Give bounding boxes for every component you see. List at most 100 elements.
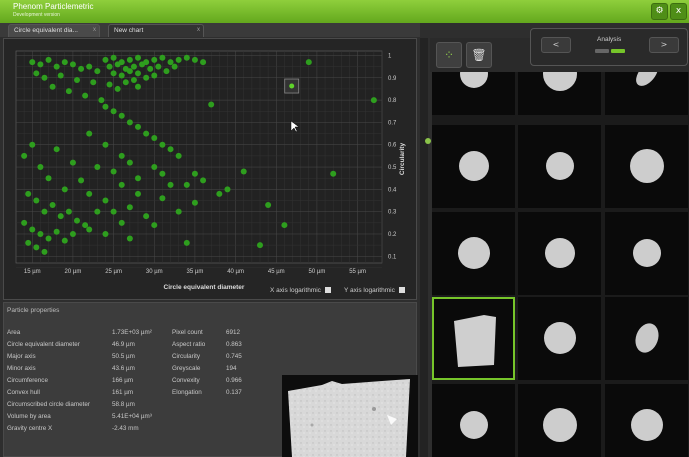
data-point[interactable] [126,56,133,63]
data-point[interactable] [167,59,174,66]
data-point[interactable] [25,239,32,246]
data-point[interactable] [86,63,93,70]
y-log-checkbox[interactable] [398,287,405,294]
panel-splitter[interactable] [420,38,428,457]
data-point[interactable] [330,170,337,177]
data-point[interactable] [94,68,101,75]
data-point[interactable] [118,219,125,226]
data-point[interactable] [281,222,288,229]
tab-new-chart[interactable]: New chart x [108,24,204,37]
data-point[interactable] [45,175,52,182]
data-point[interactable] [53,63,60,70]
data-point[interactable] [102,197,109,204]
data-point[interactable] [305,59,312,66]
data-point[interactable] [94,208,101,215]
particle-thumbnail[interactable] [432,72,515,115]
data-point[interactable] [159,195,166,202]
tab-close-icon[interactable]: x [93,27,96,33]
particle-thumbnail[interactable] [432,384,515,457]
data-point[interactable] [61,237,68,244]
data-point[interactable] [240,168,247,175]
data-point[interactable] [183,54,190,61]
data-point[interactable] [147,65,154,72]
data-point[interactable] [370,97,377,104]
data-point[interactable] [135,70,141,77]
scatter-chart[interactable]: 15 µm 20 µm 25 µm 30 µm 35 µm 40 µm 45 µm 50 µm… [4,39,418,301]
data-point[interactable] [94,164,101,171]
data-point[interactable] [74,217,80,224]
data-point[interactable] [49,83,56,90]
data-point[interactable] [167,181,174,188]
data-point[interactable] [118,181,125,188]
data-point[interactable] [151,72,158,79]
data-point[interactable] [45,235,52,242]
data-point[interactable] [110,70,117,77]
scatter-plot-button[interactable]: ⁘ [436,42,462,68]
data-point[interactable] [151,56,158,63]
data-point[interactable] [110,54,117,61]
data-point[interactable] [37,230,44,237]
particle-thumbnail[interactable] [518,297,601,380]
data-point[interactable] [118,72,125,79]
data-point[interactable] [265,201,272,208]
data-point[interactable] [53,228,60,235]
data-point[interactable] [183,181,190,188]
data-point[interactable] [29,226,36,233]
data-point[interactable] [126,68,133,75]
data-point[interactable] [33,244,40,251]
data-point[interactable] [33,197,40,204]
data-point[interactable] [118,112,125,119]
data-point[interactable] [159,54,166,61]
data-point[interactable] [118,152,125,159]
data-point[interactable] [130,77,137,84]
data-point[interactable] [82,92,89,99]
data-point[interactable] [175,152,182,159]
data-point[interactable] [98,97,105,104]
data-point[interactable] [69,230,76,237]
data-point[interactable] [216,190,223,197]
data-point[interactable] [151,164,158,171]
data-point[interactable] [25,190,32,197]
data-point[interactable] [78,177,85,184]
data-point[interactable] [106,81,113,88]
particle-thumbnail[interactable] [605,297,688,380]
data-point[interactable] [110,108,117,115]
data-point[interactable] [86,190,93,197]
data-point[interactable] [102,56,109,63]
data-point[interactable] [41,208,48,215]
data-point[interactable] [21,152,28,159]
data-point[interactable] [57,72,64,79]
data-point[interactable] [135,54,141,61]
scatter-chart-panel[interactable]: 15 µm 20 µm 25 µm 30 µm 35 µm 40 µm 45 µm 50 µm… [3,38,417,300]
next-button[interactable]: > [649,37,679,53]
splitter-handle-icon[interactable] [425,138,431,144]
data-point[interactable] [33,70,40,77]
data-point[interactable] [102,103,109,110]
data-point[interactable] [74,77,80,84]
data-point[interactable] [224,186,231,193]
data-point[interactable] [126,119,133,126]
data-point[interactable] [21,219,28,226]
y-log-option[interactable]: Y axis logarithmic [344,287,405,294]
data-point[interactable] [61,186,68,193]
tab-close-icon[interactable]: x [197,27,200,33]
data-point[interactable] [200,177,207,184]
particle-thumbnail[interactable] [605,125,688,208]
particle-thumbnail[interactable] [518,125,601,208]
data-point[interactable] [257,242,263,249]
data-point[interactable] [65,208,72,215]
data-point[interactable] [69,159,76,166]
data-point[interactable] [29,141,36,148]
particle-thumbnail[interactable] [605,72,688,115]
data-point[interactable] [37,61,44,68]
data-point[interactable] [183,239,190,246]
data-point[interactable] [191,199,198,206]
data-point[interactable] [191,170,198,177]
settings-button[interactable]: ⚙ [651,3,668,20]
data-point[interactable] [159,141,166,148]
data-point[interactable] [135,190,141,197]
data-point[interactable] [49,201,56,208]
data-point[interactable] [41,74,48,81]
data-point[interactable] [102,141,109,148]
x-log-checkbox[interactable] [324,287,331,294]
